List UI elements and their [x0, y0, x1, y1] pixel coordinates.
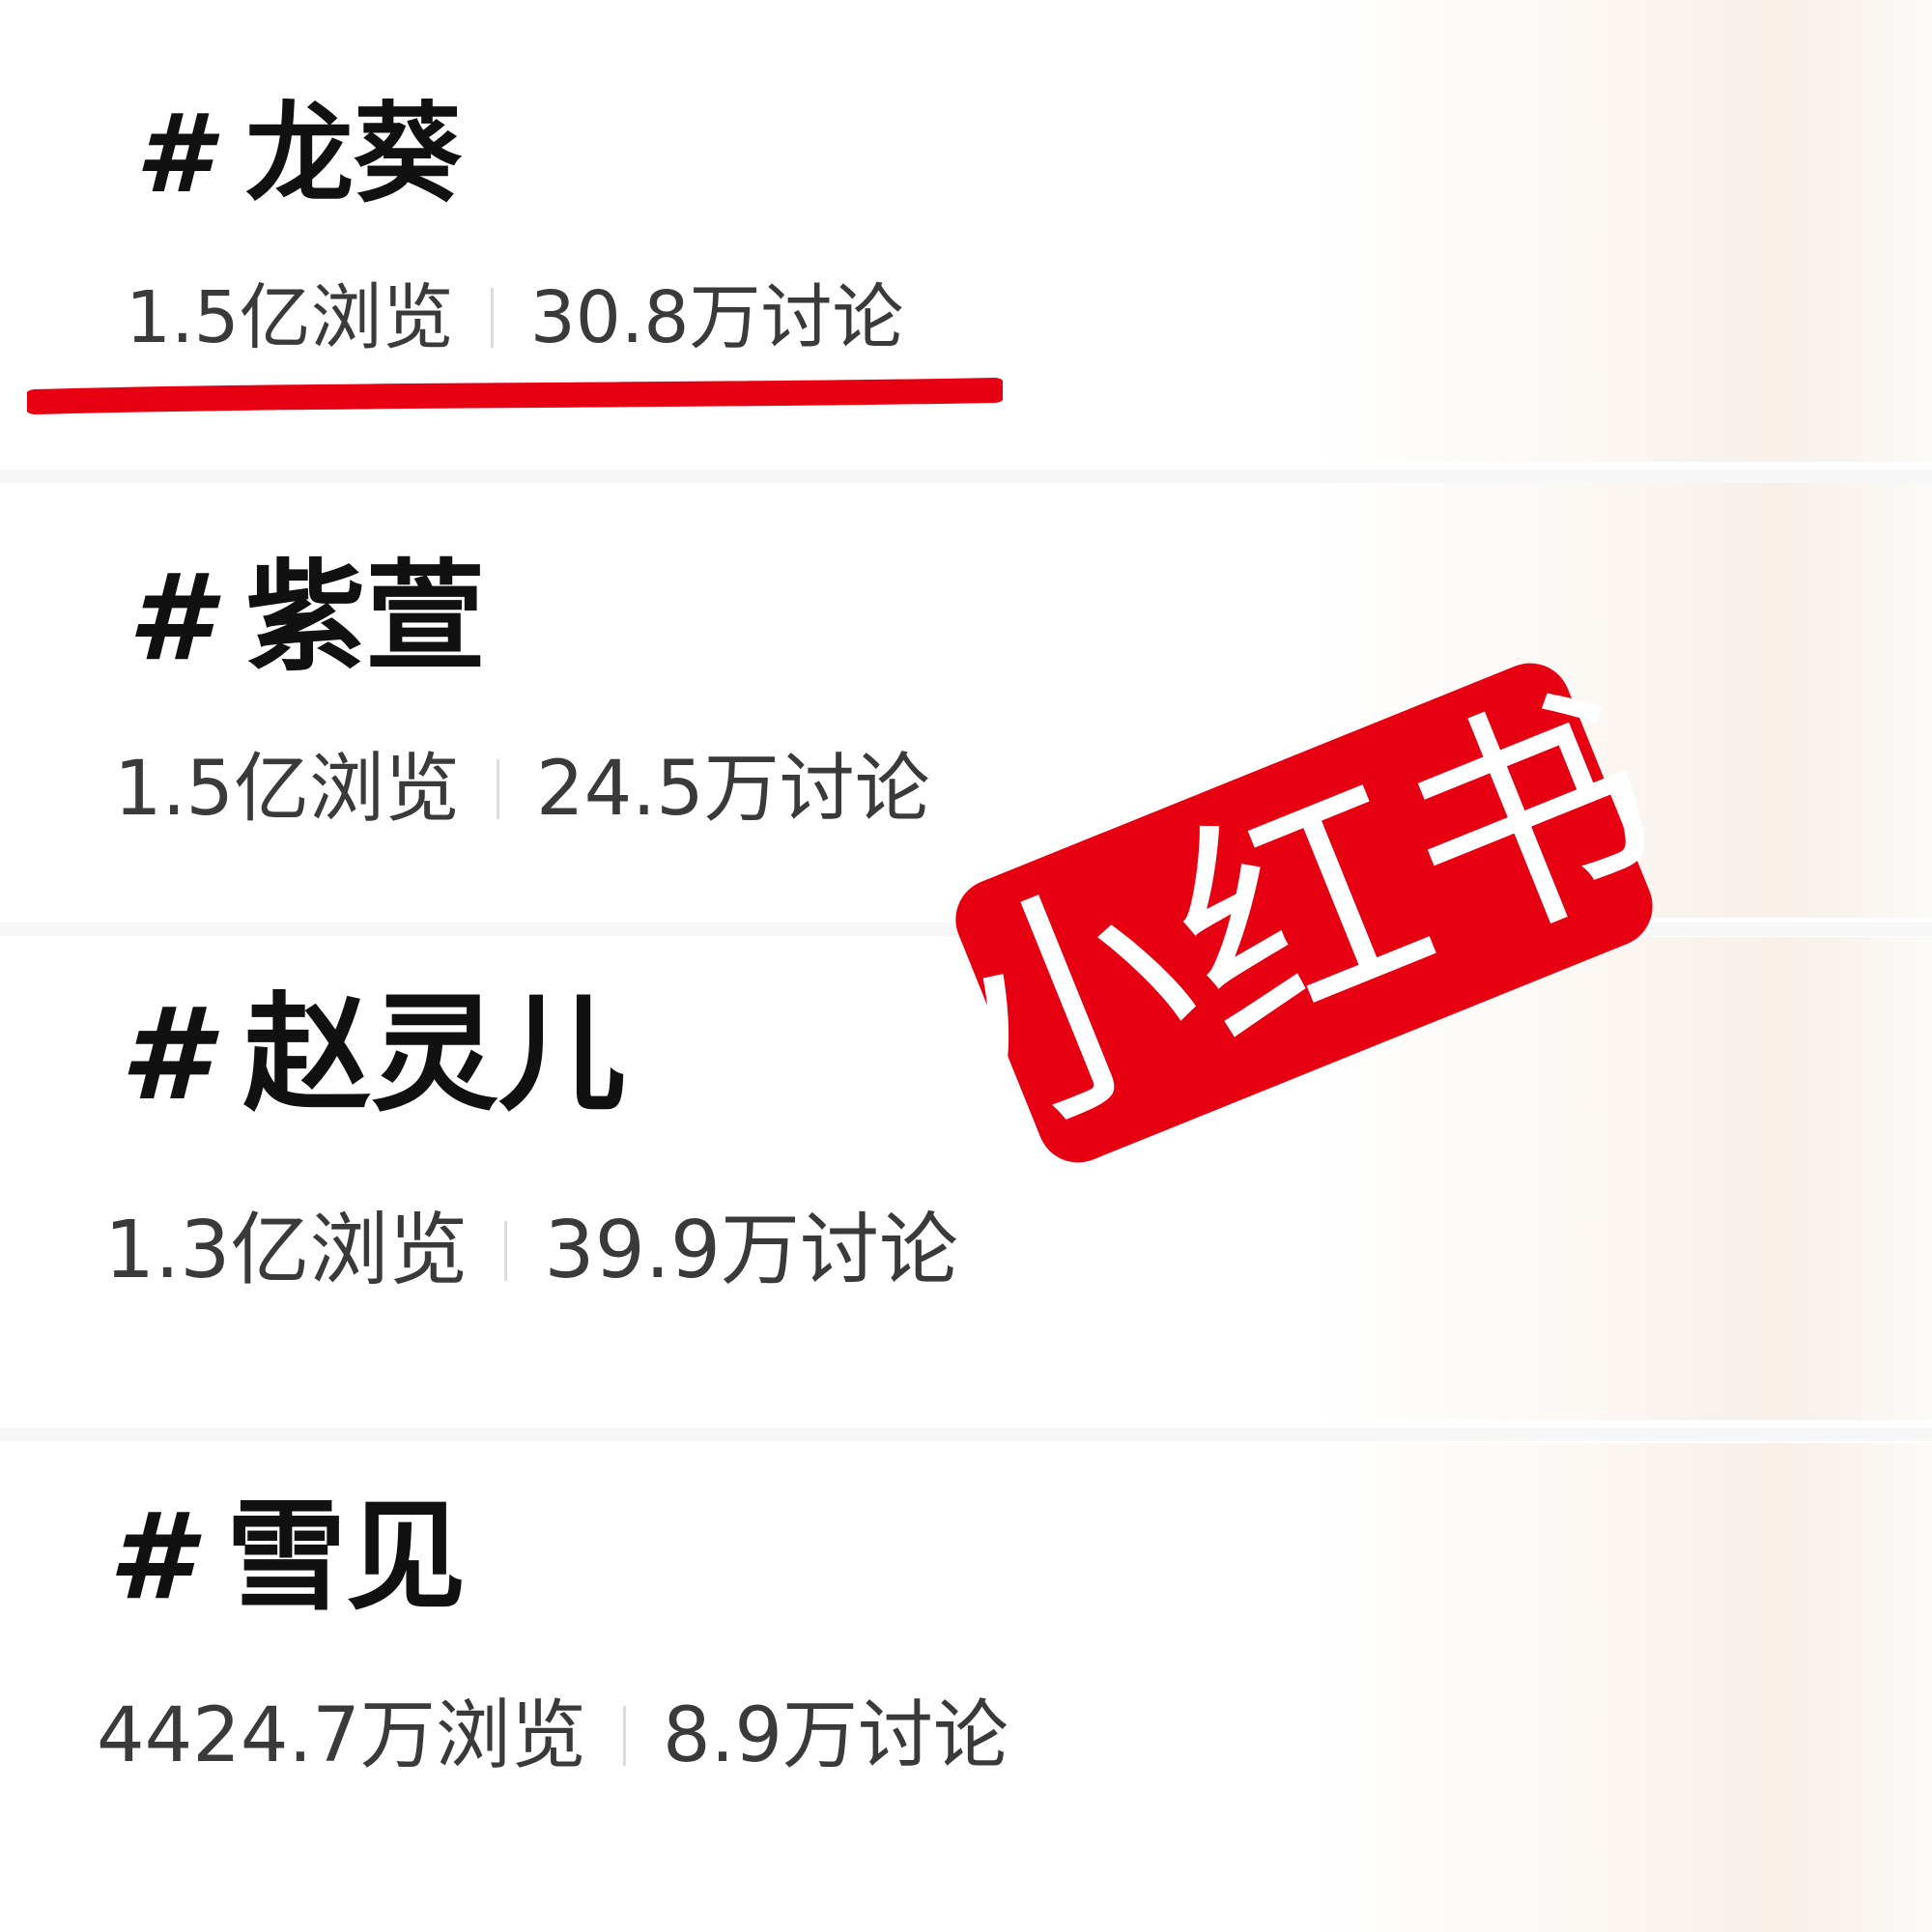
- view-count: 4424.7万浏览: [97, 1692, 586, 1779]
- topic-title[interactable]: # 赵灵儿: [120, 991, 626, 1119]
- hashtag-icon: #: [108, 1488, 192, 1627]
- topic-title[interactable]: # 紫萱: [128, 558, 485, 678]
- discussion-count: 8.9万讨论: [662, 1692, 1009, 1779]
- topic-stats: 1.5亿浏览 24.5万讨论: [114, 752, 930, 827]
- view-count: 1.5亿浏览: [114, 746, 461, 833]
- hashtag-icon: #: [128, 549, 212, 688]
- hashtag-icon: #: [120, 980, 209, 1129]
- cover-image: [1314, 0, 1932, 462]
- view-count: 1.5亿浏览: [126, 276, 454, 359]
- topic-stats: 4424.7万浏览 8.9万讨论: [97, 1698, 1009, 1774]
- discussion-count: 30.8万讨论: [529, 276, 904, 359]
- stat-divider: [622, 1706, 626, 1766]
- topic-name: 赵灵儿: [242, 980, 626, 1129]
- topic-title[interactable]: # 雪见: [108, 1497, 466, 1617]
- topic-stats: 1.3亿浏览 39.9万讨论: [104, 1211, 958, 1291]
- topic-name: 雪见: [226, 1488, 467, 1627]
- topic-name: 龙葵: [244, 92, 462, 217]
- topic-title[interactable]: # 龙葵: [135, 100, 462, 209]
- view-count: 1.3亿浏览: [104, 1205, 469, 1296]
- hashtag-icon: #: [135, 92, 211, 217]
- topic-name: 紫萱: [245, 549, 486, 688]
- row-divider: [0, 1428, 1932, 1441]
- stat-divider: [504, 1221, 508, 1281]
- discussion-count: 24.5万讨论: [536, 746, 930, 833]
- stat-divider: [490, 288, 494, 348]
- row-divider: [0, 469, 1932, 483]
- red-underline-annotation: [27, 378, 1003, 414]
- cover-image: [1314, 1443, 1932, 1932]
- topic-row[interactable]: # 龙葵 1.5亿浏览 30.8万讨论: [0, 0, 1932, 462]
- discussion-count: 39.9万讨论: [544, 1205, 959, 1296]
- stat-divider: [497, 759, 500, 819]
- topic-list-screenshot: # 龙葵 1.5亿浏览 30.8万讨论 # 紫萱 1.5亿浏览 24.5万讨论 # 赵…: [0, 0, 1932, 1932]
- topic-stats: 1.5亿浏览 30.8万讨论: [126, 282, 903, 354]
- topic-row[interactable]: # 雪见 4424.7万浏览 8.9万讨论: [0, 1443, 1932, 1932]
